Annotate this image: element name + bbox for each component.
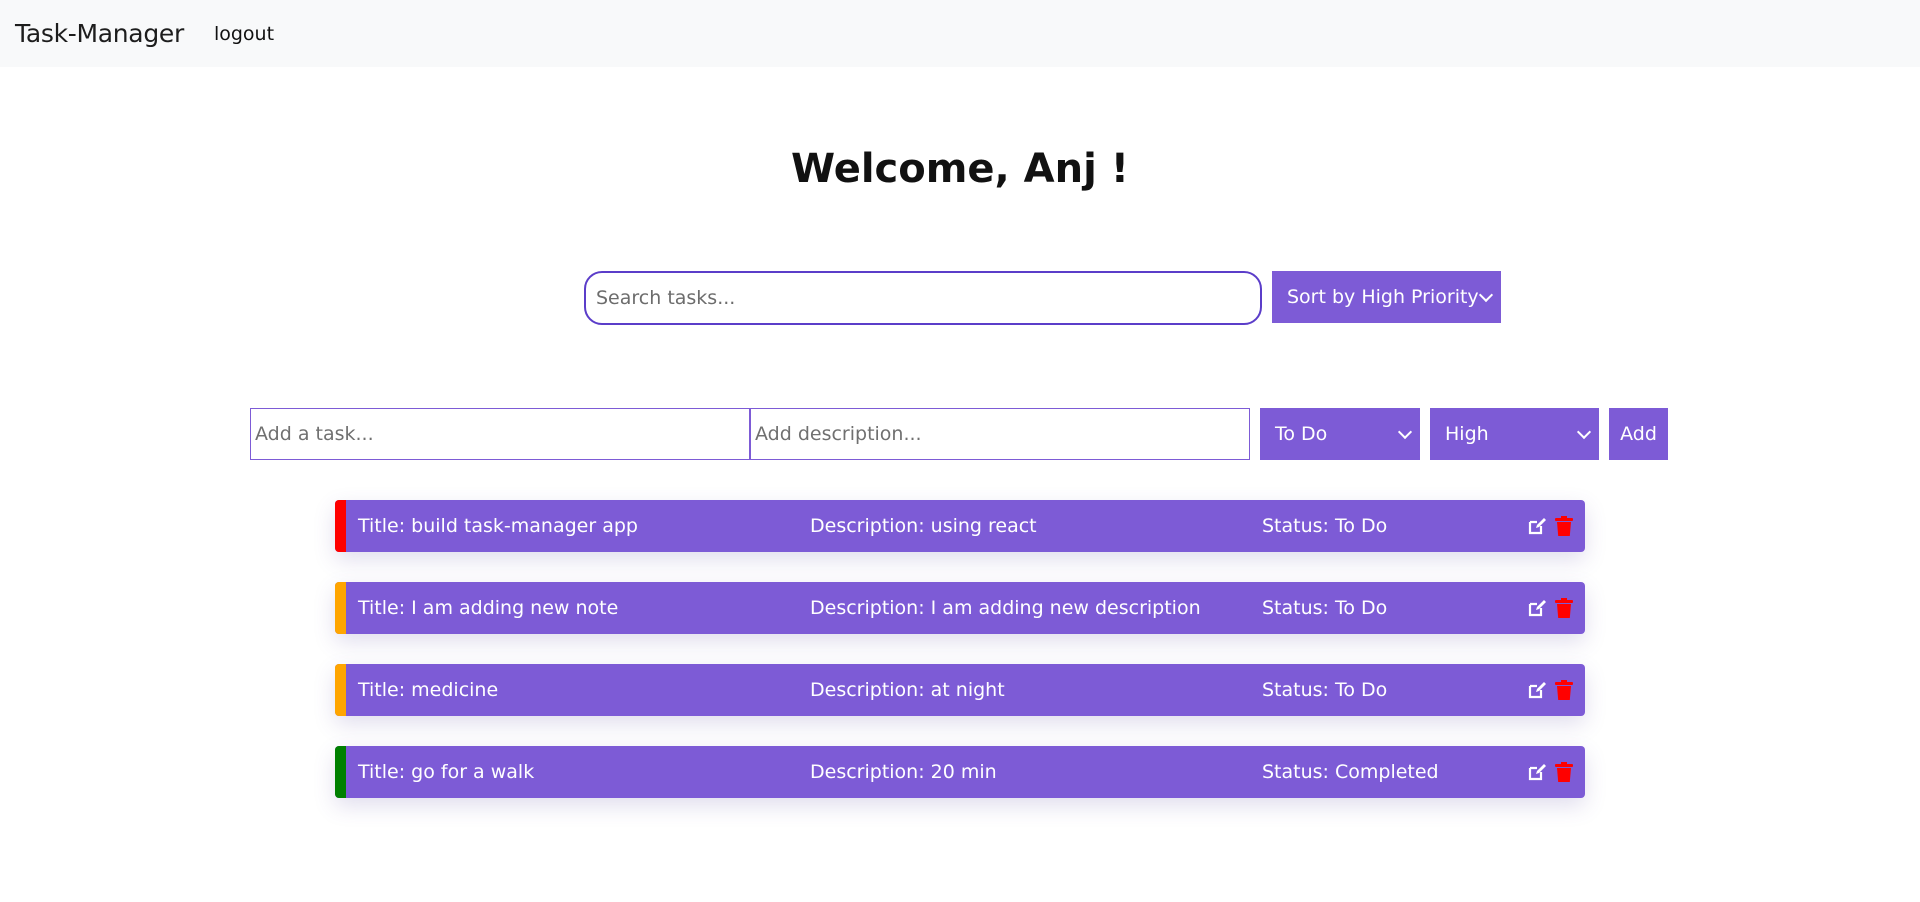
task-description: Description: using react — [810, 515, 1037, 537]
priority-indicator — [335, 500, 346, 552]
task-description: Description: at night — [810, 679, 1005, 701]
task-actions — [1527, 515, 1573, 537]
edit-icon[interactable] — [1527, 680, 1547, 700]
task-status: Status: To Do — [1262, 679, 1388, 701]
add-task-form: To Do High Add — [250, 408, 1668, 460]
task-description: Description: I am adding new description — [810, 597, 1201, 619]
chevron-down-icon — [1478, 287, 1494, 303]
priority-indicator — [335, 582, 346, 634]
sort-select-value: Sort by High Priority — [1287, 286, 1479, 308]
task-status: Status: Completed — [1262, 761, 1439, 783]
logout-link[interactable]: logout — [214, 23, 274, 45]
brand-logo[interactable]: Task-Manager — [15, 19, 184, 48]
trash-icon[interactable] — [1555, 679, 1573, 701]
task-status: Status: To Do — [1262, 597, 1388, 619]
trash-icon[interactable] — [1555, 515, 1573, 537]
edit-icon[interactable] — [1527, 516, 1547, 536]
task-card: Title: go for a walk Description: 20 min… — [335, 746, 1585, 798]
priority-select-value: High — [1445, 423, 1489, 445]
status-select[interactable]: To Do — [1260, 408, 1420, 460]
task-actions — [1527, 597, 1573, 619]
task-card: Title: medicine Description: at night St… — [335, 664, 1585, 716]
task-list: Title: build task-manager app Descriptio… — [335, 500, 1585, 828]
chevron-down-icon — [1576, 424, 1592, 440]
search-input[interactable] — [584, 271, 1262, 325]
welcome-heading: Welcome, Anj ! — [791, 146, 1129, 192]
task-status: Status: To Do — [1262, 515, 1388, 537]
task-title: Title: I am adding new note — [358, 597, 619, 619]
task-title: Title: medicine — [358, 679, 499, 701]
task-title-input[interactable] — [250, 408, 750, 460]
add-task-button[interactable]: Add — [1609, 408, 1668, 460]
trash-icon[interactable] — [1555, 761, 1573, 783]
task-title: Title: build task-manager app — [358, 515, 638, 537]
task-description-input[interactable] — [750, 408, 1250, 460]
task-description: Description: 20 min — [810, 761, 997, 783]
task-title: Title: go for a walk — [358, 761, 535, 783]
search-row: Sort by High Priority — [584, 271, 1501, 325]
priority-select[interactable]: High — [1430, 408, 1599, 460]
task-card: Title: build task-manager app Descriptio… — [335, 500, 1585, 552]
edit-icon[interactable] — [1527, 598, 1547, 618]
status-select-value: To Do — [1275, 423, 1328, 445]
edit-icon[interactable] — [1527, 762, 1547, 782]
trash-icon[interactable] — [1555, 597, 1573, 619]
task-actions — [1527, 761, 1573, 783]
priority-indicator — [335, 746, 346, 798]
priority-indicator — [335, 664, 346, 716]
navbar: Task-Manager logout — [0, 0, 1920, 67]
task-card: Title: I am adding new note Description:… — [335, 582, 1585, 634]
chevron-down-icon — [1397, 424, 1413, 440]
sort-select[interactable]: Sort by High Priority — [1272, 271, 1501, 323]
task-actions — [1527, 679, 1573, 701]
